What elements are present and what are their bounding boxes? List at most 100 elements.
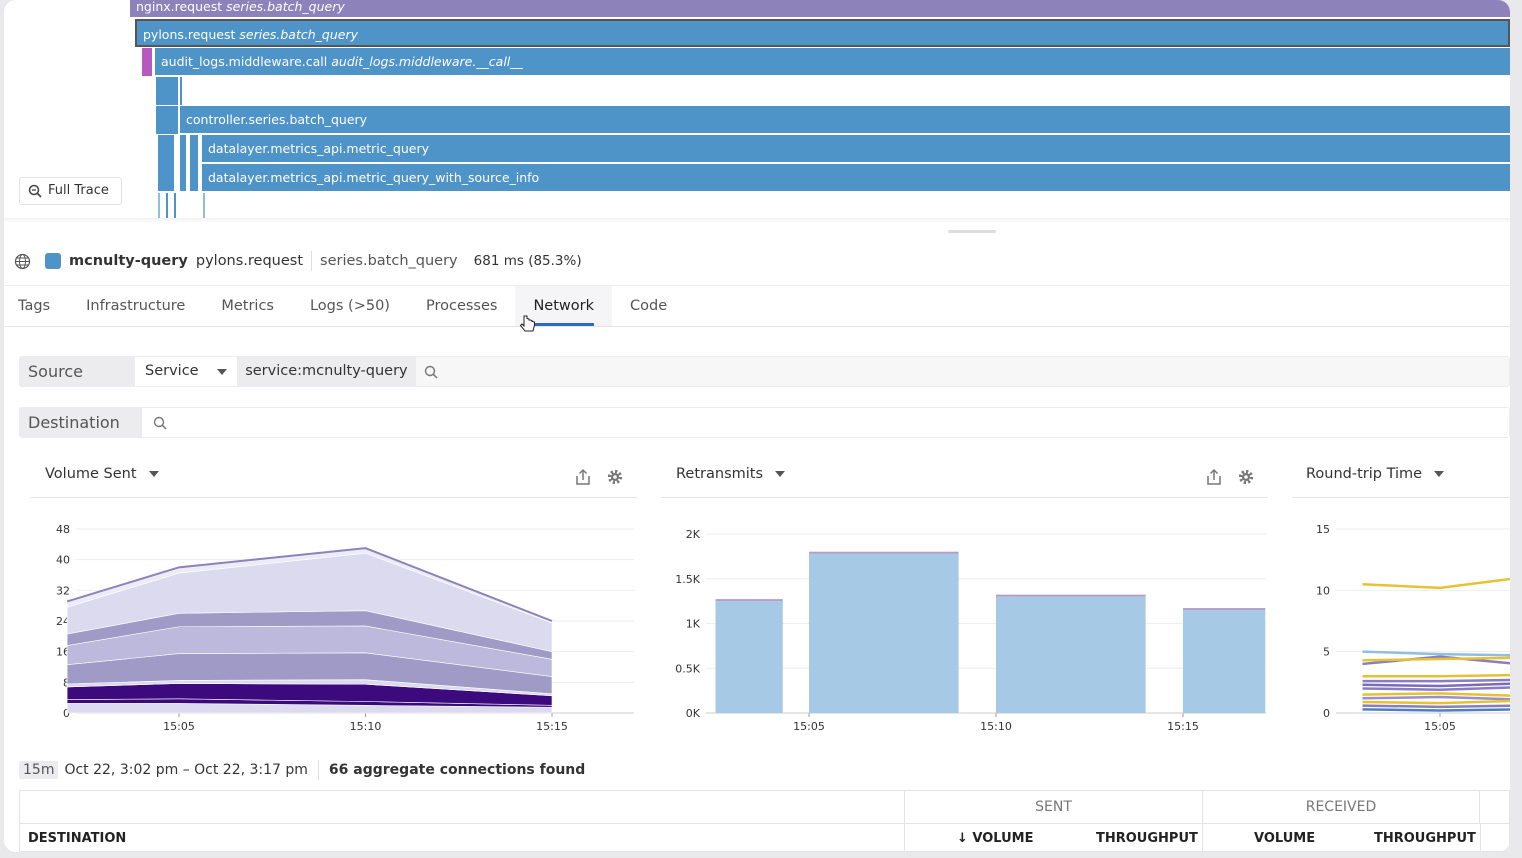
x-tick-label: 15:15 [536, 720, 568, 733]
tab-metrics[interactable]: Metrics [203, 286, 292, 326]
span-name: pylons.request [143, 27, 236, 42]
time-range: Oct 22, 3:02 pm – Oct 22, 3:17 pm [64, 762, 308, 778]
span-block[interactable] [158, 193, 160, 218]
y-tick-label: 1K [686, 618, 701, 631]
span-block[interactable] [174, 193, 176, 218]
span-block[interactable] [190, 135, 198, 191]
widget-actions [1205, 468, 1255, 486]
widget-divider [30, 497, 637, 498]
span-resource: series.batch_query [226, 0, 345, 14]
span-block[interactable] [158, 135, 174, 191]
volume-sent-chart[interactable]: 08162432404815:05 15:10 15:15 [4, 500, 644, 745]
span-duration: 681 ms (85.3%) [473, 253, 582, 269]
time-range-badge[interactable]: 15m [19, 761, 59, 779]
span-block[interactable] [180, 77, 182, 105]
y-tick-label: 1.5K [675, 573, 700, 586]
column-received-volume[interactable]: VOLUME [1254, 831, 1315, 846]
widget-title-retransmits[interactable]: Retransmits [676, 466, 786, 482]
span-audit-logs[interactable]: audit_logs.middleware.call audit_logs.mi… [155, 48, 1510, 76]
line-series [1362, 704, 1510, 709]
group-header-sent: SENT [904, 791, 1202, 823]
column-sent-volume[interactable]: ↓ VOLUME [957, 831, 1034, 846]
y-tick-label: 15 [1316, 523, 1330, 536]
retransmits-chart[interactable]: 0K 0.5K 1K 1.5K 2K 15:05 15:10 15:15 [644, 500, 1274, 745]
round-trip-time-chart[interactable]: 0 5 10 15 15:05 [1284, 500, 1510, 745]
source-type-value: Service [145, 363, 199, 379]
column-received-throughput[interactable]: THROUGHPUT [1374, 831, 1476, 846]
tab-tags[interactable]: Tags [4, 286, 68, 326]
bar [996, 596, 1146, 713]
column-sent-throughput[interactable]: THROUGHPUT [1096, 831, 1198, 846]
connection-count: 66 aggregate connections found [328, 762, 586, 778]
col-divider [904, 823, 905, 852]
line-series [1362, 695, 1510, 701]
bar [809, 553, 959, 713]
header-divider [20, 823, 1509, 824]
column-destination[interactable]: DESTINATION [28, 831, 126, 846]
span-block[interactable] [203, 193, 205, 218]
bar-cap [715, 599, 783, 602]
source-type-select[interactable]: Service [135, 357, 238, 386]
line-series [1362, 673, 1510, 678]
resize-handle[interactable] [948, 230, 996, 233]
gear-icon[interactable] [606, 468, 624, 486]
source-tag[interactable]: service:mcnulty-query [237, 357, 416, 386]
tab-infrastructure[interactable]: Infrastructure [68, 286, 203, 326]
full-trace-button[interactable]: Full Trace [19, 177, 122, 205]
span-controller[interactable]: controller.series.batch_query [180, 106, 1510, 134]
widget-title: Retransmits [676, 466, 764, 482]
span-block[interactable] [156, 106, 178, 134]
y-tick-label: 5 [1323, 646, 1330, 659]
widget-actions [574, 468, 624, 486]
span-pylons-request[interactable]: pylons.request series.batch_query [135, 19, 1510, 47]
x-tick-label: 15:10 [350, 720, 382, 733]
line-series [1362, 686, 1510, 691]
destination-input[interactable] [178, 408, 1509, 437]
span-nginx-request[interactable]: nginx.request series.batch_query [130, 0, 1510, 18]
tab-logs[interactable]: Logs (>50) [292, 286, 408, 326]
tab-processes[interactable]: Processes [408, 286, 515, 326]
widget-divider [1292, 497, 1510, 498]
span-metric-query-source-info[interactable]: datalayer.metrics_api.metric_query_with_… [202, 164, 1510, 192]
span-name: nginx.request [136, 0, 223, 14]
line-series [1362, 650, 1510, 657]
y-tick-label: 0.5K [675, 662, 700, 675]
y-tick-label: 10 [1316, 584, 1330, 597]
results-summary: 15m Oct 22, 3:02 pm – Oct 22, 3:17 pm 66… [19, 760, 585, 780]
span-name: audit_logs.middleware.call [161, 54, 328, 69]
gear-icon[interactable] [1237, 468, 1255, 486]
zoom-out-icon [28, 184, 42, 198]
bar [715, 601, 783, 713]
span-block[interactable] [166, 193, 168, 218]
y-tick-label: 2K [686, 528, 701, 541]
bar-cap [996, 594, 1146, 597]
connections-table: SENT RECEIVED DESTINATION ↓ VOLUME THROU… [19, 790, 1510, 852]
search-icon[interactable] [416, 357, 446, 386]
tab-code[interactable]: Code [612, 286, 685, 326]
widget-title-volume-sent[interactable]: Volume Sent [45, 466, 159, 482]
bar-cap [809, 551, 959, 554]
span-metric-query[interactable]: datalayer.metrics_api.metric_query [202, 135, 1510, 163]
x-tick-label: 15:05 [163, 720, 195, 733]
trace-panel: nginx.request series.batch_query pylons.… [4, 0, 1510, 852]
col-divider [1202, 823, 1203, 852]
globe-icon [14, 253, 31, 269]
share-icon[interactable] [574, 468, 592, 486]
bar-cap [1183, 608, 1266, 611]
service-name[interactable]: mcnulty-query [69, 253, 188, 269]
y-tick-label: 0K [686, 707, 701, 720]
span-resource: audit_logs.middleware.__call__ [331, 54, 523, 69]
span-name: datalayer.metrics_api.metric_query [208, 141, 429, 156]
span-name: controller.series.batch_query [186, 112, 368, 127]
span-marker[interactable] [142, 48, 152, 76]
span-block[interactable] [180, 135, 186, 191]
span-block[interactable] [156, 77, 178, 105]
caret-down-icon [775, 471, 786, 477]
widget-title-round-trip-time[interactable]: Round-trip Time [1306, 466, 1445, 482]
search-icon[interactable] [142, 408, 178, 437]
share-icon[interactable] [1205, 468, 1223, 486]
source-label: Source [20, 357, 135, 386]
x-tick-label: 15:15 [1167, 720, 1199, 733]
line-series [1362, 577, 1510, 590]
line-series [1362, 682, 1510, 688]
